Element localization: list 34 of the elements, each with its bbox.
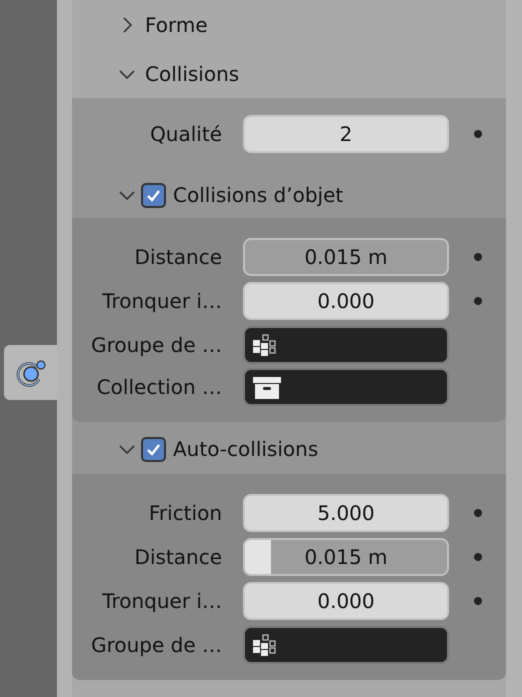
vertex-group-icon: [253, 334, 276, 356]
slider-field[interactable]: 0.015 m: [243, 538, 449, 576]
box-icon: [253, 375, 281, 399]
group-field[interactable]: [243, 326, 449, 364]
checkbox[interactable]: [141, 436, 166, 462]
group-field[interactable]: [243, 626, 449, 664]
collection-field[interactable]: [243, 368, 449, 406]
subpanel-title[interactable]: Auto-collisions: [173, 437, 318, 461]
field-label: Tronquer i…: [101, 589, 222, 613]
panel-header[interactable]: Collisions: [72, 49, 506, 98]
field-label: Groupe de …: [90, 333, 222, 357]
field-label: Collection …: [96, 375, 222, 399]
subpanel-title[interactable]: Collisions d’objet: [173, 183, 344, 207]
keyframe-dot[interactable]: [474, 509, 482, 517]
field-label: Friction: [148, 501, 222, 525]
slider-field[interactable]: 0.015 m: [243, 238, 449, 276]
physics-tab[interactable]: [4, 345, 57, 400]
panel-header[interactable]: Forme: [72, 0, 506, 49]
keyframe-dot[interactable]: [474, 597, 482, 605]
keyframe-dot[interactable]: [474, 297, 482, 305]
checkbox[interactable]: [141, 182, 166, 208]
number-field[interactable]: 2: [243, 115, 449, 153]
field-label: Distance: [134, 245, 222, 269]
field-label: Distance: [134, 545, 222, 569]
keyframe-dot[interactable]: [474, 130, 482, 138]
keyframe-dot[interactable]: [474, 553, 482, 561]
field-label: Qualité: [149, 122, 222, 146]
vertex-group-icon: [253, 634, 276, 656]
field-label: Tronquer i…: [101, 289, 222, 313]
number-field[interactable]: 5.000: [243, 494, 449, 532]
number-field[interactable]: 0.000: [243, 282, 449, 320]
field-label: Groupe de …: [90, 633, 222, 657]
keyframe-dot[interactable]: [474, 253, 482, 261]
number-field[interactable]: 0.000: [243, 582, 449, 620]
